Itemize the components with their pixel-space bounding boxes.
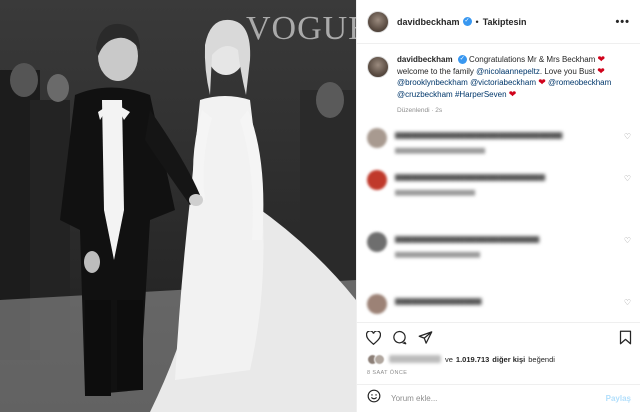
mention-link[interactable]: @brooklynbeckham [397, 78, 468, 87]
blurred-comment-text: ▆▆▆▆▆▆▆▆▆▆▆▆▆▆▆▆▆▆▆▆▆▆▆▆▆▆▆▆▆ [395, 130, 563, 139]
commenter-avatar[interactable] [367, 128, 387, 148]
commenter-avatar[interactable] [367, 232, 387, 252]
author-avatar[interactable] [367, 10, 389, 33]
comment-row: ▆▆▆▆▆▆▆▆▆▆▆▆▆▆▆ ♡ [367, 294, 631, 322]
blurred-comment-text: ▆▆▆▆▆▆▆▆▆▆▆▆▆▆▆▆▆▆▆▆▆▆▆▆▆▆ [395, 172, 545, 181]
couple-photo-illustration [0, 19, 356, 412]
blurred-liker-name [389, 355, 441, 363]
commenter-avatar[interactable] [367, 170, 387, 190]
caption-edited-time: Düzenlendi · 2s [397, 107, 443, 114]
likes-count[interactable]: 1.019.713 [456, 355, 489, 364]
post-timestamp[interactable]: 8 SAAT ÖNCE [367, 370, 407, 376]
mention-link[interactable]: @romeobeckham [548, 78, 611, 87]
blurred-comment-text: ▆▆▆▆▆▆▆▆▆▆▆▆▆▆▆ [395, 296, 482, 305]
mention-link[interactable]: @cruzbeckham [397, 90, 453, 99]
likes-other-label[interactable]: diğer kişi [492, 355, 525, 364]
hashtag-link[interactable]: #HarperSeven [455, 90, 507, 99]
comment-bubble-icon[interactable] [391, 330, 407, 346]
post-comment-button[interactable]: Paylaş [606, 394, 631, 403]
verified-badge-icon: ✓ [462, 17, 472, 26]
caption-text: welcome to the family [397, 66, 474, 76]
comment-input[interactable]: Yorum ekle... [391, 394, 437, 403]
comment-like-icon[interactable]: ♡ [624, 236, 631, 245]
post-caption: davidbeckham ✓ Congratulations Mr & Mrs … [357, 44, 640, 117]
liker-avatar [374, 353, 385, 365]
comments-list[interactable]: davidbeckham ✓ Congratulations Mr & Mrs … [357, 44, 640, 322]
emoji-icon[interactable] [367, 389, 381, 408]
comment-row: ▆▆▆▆▆▆▆▆▆▆▆▆▆▆▆▆▆▆▆▆▆▆▆▆▆ ▆▆▆▆▆▆▆▆▆▆▆▆▆▆… [367, 232, 631, 266]
likes-tail: beğendi [528, 354, 555, 364]
post-header: davidbeckham ✓ • Takiptesin ••• [357, 0, 640, 44]
caption-text: . Love you Bust [539, 66, 596, 76]
red-heart-emoji: ❤ [597, 65, 605, 76]
verified-badge-icon: ✓ [457, 55, 467, 65]
comment-like-icon[interactable]: ♡ [624, 132, 631, 141]
post-side-panel: davidbeckham ✓ • Takiptesin ••• davidbec… [356, 0, 640, 412]
blurred-comment-meta: ▆▆▆▆▆▆▆▆▆▆▆▆▆▆▆▆▆ [395, 251, 480, 258]
paper-plane-icon[interactable] [417, 330, 433, 346]
red-heart-emoji: ❤ [538, 77, 546, 87]
caption-text: Congratulations Mr & Mrs Beckham [469, 55, 596, 64]
red-heart-emoji: ❤ [597, 54, 606, 64]
bookmark-icon[interactable] [617, 330, 633, 346]
blurred-comment-text: ▆▆▆▆▆▆▆▆▆▆▆▆▆▆▆▆▆▆▆▆▆▆▆▆▆ [395, 234, 540, 243]
blurred-comment-meta: ▆▆▆▆▆▆▆▆▆▆▆▆▆▆▆▆ [395, 189, 475, 196]
post-photo[interactable]: VOGUE [0, 0, 356, 412]
add-comment-bar: Yorum ekle... Paylaş [357, 384, 640, 412]
post-action-bar [357, 322, 640, 352]
commenter-avatar[interactable] [367, 294, 387, 314]
following-button[interactable]: Takiptesin [483, 17, 527, 27]
magazine-backdrop-text: VOGUE [246, 10, 356, 47]
mention-link[interactable]: @victoriabeckham [470, 78, 536, 87]
likes-connector: ve [445, 354, 453, 364]
comment-like-icon[interactable]: ♡ [624, 298, 631, 307]
comment-row: ▆▆▆▆▆▆▆▆▆▆▆▆▆▆▆▆▆▆▆▆▆▆▆▆▆▆▆▆▆ ▆▆▆▆▆▆▆▆▆▆… [367, 128, 631, 162]
blurred-comment-meta: ▆▆▆▆▆▆▆▆▆▆▆▆▆▆▆▆▆▆ [395, 147, 485, 154]
mention-link[interactable]: @nicolaannepeltz [476, 67, 540, 76]
header-separator: • [475, 16, 479, 27]
red-heart-emoji: ❤ [508, 88, 517, 99]
comment-row: ▆▆▆▆▆▆▆▆▆▆▆▆▆▆▆▆▆▆▆▆▆▆▆▆▆▆ ▆▆▆▆▆▆▆▆▆▆▆▆▆… [367, 170, 631, 204]
comment-like-icon[interactable]: ♡ [624, 174, 631, 183]
more-options-icon[interactable]: ••• [615, 16, 630, 28]
likes-summary[interactable]: ve 1.019.713 diğer kişi beğendi [367, 352, 555, 366]
heart-outline-icon[interactable] [365, 330, 381, 346]
author-username[interactable]: davidbeckham [397, 17, 460, 27]
caption-username[interactable]: davidbeckham [397, 55, 453, 64]
caption-avatar[interactable] [367, 56, 389, 78]
